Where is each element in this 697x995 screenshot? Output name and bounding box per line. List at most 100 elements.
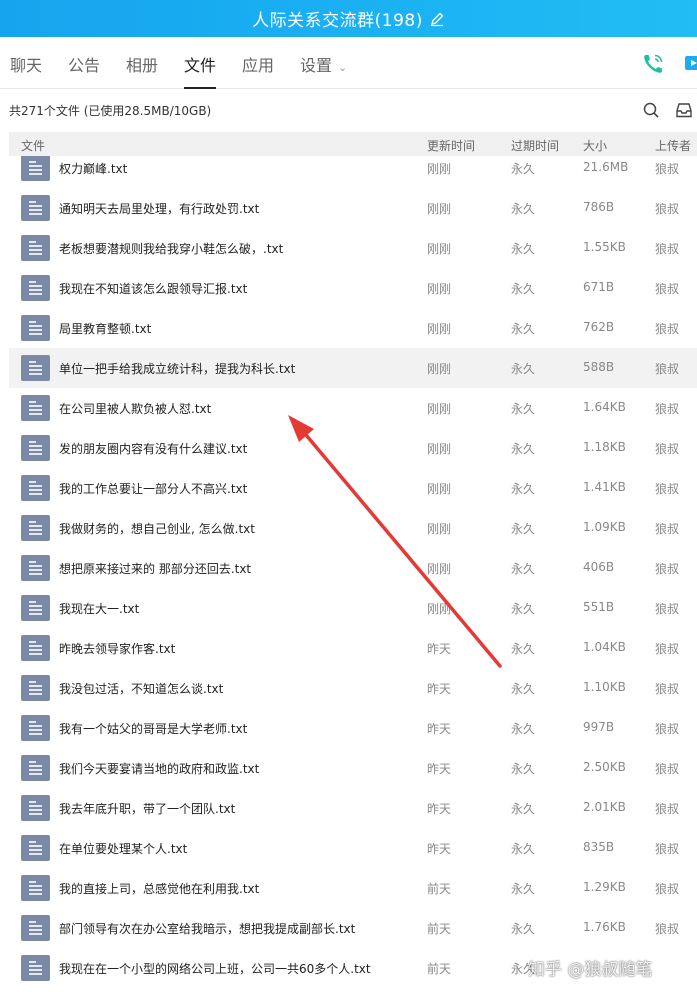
tab-announcement[interactable]: 公告 (68, 37, 100, 89)
file-row[interactable]: 我没包过活，不知道怎么谈.txt 昨天 永久 1.10KB 狼叔 (9, 668, 697, 708)
video-call-icon[interactable] (684, 52, 697, 74)
file-usage-summary: 共271个文件 (已使用28.5MB/10GB) (9, 104, 212, 118)
phone-icon[interactable] (641, 52, 665, 76)
file-row[interactable]: 我有一个姑父的哥哥是大学老师.txt 昨天 永久 997B 狼叔 (9, 708, 697, 748)
file-updated-time: 刚刚 (427, 602, 452, 616)
file-row[interactable]: 在公司里被人欺负被人怼.txt 刚刚 永久 1.64KB 狼叔 (9, 388, 697, 428)
file-name[interactable]: 我有一个姑父的哥哥是大学老师.txt (59, 720, 247, 737)
file-row[interactable]: 单位一把手给我成立统计科，提我为科长.txt 刚刚 永久 588B 狼叔 (9, 348, 697, 388)
file-uploader: 狼叔 (655, 642, 680, 656)
file-row[interactable]: 想把原来接过来的 那部分还回去.txt 刚刚 永久 406B 狼叔 (9, 548, 697, 588)
file-name[interactable]: 我的工作总要让一部分人不高兴.txt (59, 480, 247, 497)
file-updated-time: 刚刚 (427, 482, 452, 496)
file-size: 2.50KB (583, 760, 626, 774)
file-size: 835B (583, 840, 615, 854)
file-row[interactable]: 我的工作总要让一部分人不高兴.txt 刚刚 永久 1.41KB 狼叔 (9, 468, 697, 508)
file-expire-time: 永久 (511, 482, 536, 496)
txt-file-icon (21, 315, 50, 341)
tab-files[interactable]: 文件 (184, 37, 217, 89)
file-name[interactable]: 我们今天要宴请当地的政府和政监.txt (59, 760, 259, 777)
column-header-size[interactable]: 大小 (583, 137, 607, 154)
search-icon[interactable] (643, 102, 659, 118)
column-header-expire[interactable]: 过期时间 (511, 137, 559, 154)
file-uploader: 狼叔 (655, 762, 680, 776)
file-row[interactable]: 在单位要处理某个人.txt 昨天 永久 835B 狼叔 (9, 828, 697, 868)
file-uploader: 狼叔 (655, 242, 680, 256)
file-expire-time: 永久 (511, 442, 536, 456)
txt-file-icon (21, 635, 50, 661)
txt-file-icon (21, 835, 50, 861)
file-size: 21.6MB (583, 160, 629, 174)
file-uploader: 狼叔 (655, 402, 680, 416)
file-expire-time: 永久 (511, 562, 536, 576)
file-updated-time: 刚刚 (427, 442, 452, 456)
tab-chat[interactable]: 聊天 (10, 37, 42, 89)
file-row[interactable]: 部门领导有次在办公室给我暗示，想把我提成副部长.txt 前天 永久 1.76KB 狼叔 (9, 908, 697, 948)
file-row[interactable]: 昨晚去领导家作客.txt 昨天 永久 1.04KB 狼叔 (9, 628, 697, 668)
column-header-time[interactable]: 更新时间 (427, 137, 475, 154)
file-expire-time: 永久 (511, 602, 536, 616)
file-row[interactable]: 我现在不知道该怎么跟领导汇报.txt 刚刚 永久 671B 狼叔 (9, 268, 697, 308)
file-name[interactable]: 在公司里被人欺负被人怼.txt (59, 400, 211, 417)
file-uploader: 狼叔 (655, 282, 680, 296)
file-expire-time: 永久 (511, 722, 536, 736)
file-name[interactable]: 想把原来接过来的 那部分还回去.txt (59, 560, 251, 577)
pencil-edit-icon[interactable] (429, 11, 445, 27)
file-name[interactable]: 我去年底升职，带了一个团队.txt (59, 800, 235, 817)
file-updated-time: 刚刚 (427, 402, 452, 416)
file-expire-time: 永久 (511, 642, 536, 656)
file-size: 786B (583, 200, 615, 214)
file-row[interactable]: 发的朋友圈内容有没有什么建议.txt 刚刚 永久 1.18KB 狼叔 (9, 428, 697, 468)
file-name[interactable]: 我现在在一个小型的网络公司上班，公司一共60多个人.txt (59, 960, 371, 977)
file-expire-time: 永久 (511, 162, 536, 176)
file-name[interactable]: 我的直接上司，总感觉他在利用我.txt (59, 880, 259, 897)
group-tab-bar: 聊天 公告 相册 文件 应用 设置 ⌄ (0, 37, 697, 89)
file-updated-time: 刚刚 (427, 242, 452, 256)
file-updated-time: 刚刚 (427, 202, 452, 216)
file-size: 2.01KB (583, 800, 626, 814)
txt-file-icon (21, 595, 50, 621)
txt-file-icon (21, 915, 50, 941)
column-header-name[interactable]: 文件 (21, 137, 45, 154)
file-row[interactable]: 我做财务的，想自己创业, 怎么做.txt 刚刚 永久 1.09KB 狼叔 (9, 508, 697, 548)
file-row[interactable]: 我们今天要宴请当地的政府和政监.txt 昨天 永久 2.50KB 狼叔 (9, 748, 697, 788)
file-row[interactable]: 我的直接上司，总感觉他在利用我.txt 前天 永久 1.29KB 狼叔 (9, 868, 697, 908)
inbox-icon[interactable] (675, 101, 693, 119)
file-name[interactable]: 我做财务的，想自己创业, 怎么做.txt (59, 520, 255, 537)
file-size: 1.76KB (583, 920, 626, 934)
file-name[interactable]: 发的朋友圈内容有没有什么建议.txt (59, 440, 247, 457)
tab-apps[interactable]: 应用 (242, 37, 274, 89)
file-name[interactable]: 部门领导有次在办公室给我暗示，想把我提成副部长.txt (59, 920, 355, 937)
file-name[interactable]: 老板想要潜规则我给我穿小鞋怎么破，.txt (59, 240, 283, 257)
file-updated-time: 刚刚 (427, 522, 452, 536)
txt-file-icon (21, 475, 50, 501)
file-name[interactable]: 昨晚去领导家作客.txt (59, 640, 175, 657)
file-name[interactable]: 我现在不知道该怎么跟领导汇报.txt (59, 280, 247, 297)
file-row[interactable]: 局里教育整顿.txt 刚刚 永久 762B 狼叔 (9, 308, 697, 348)
file-size: 1.29KB (583, 880, 626, 894)
file-row[interactable]: 老板想要潜规则我给我穿小鞋怎么破，.txt 刚刚 永久 1.55KB 狼叔 (9, 228, 697, 268)
txt-file-icon (21, 955, 50, 981)
file-row[interactable]: 通知明天去局里处理，有行政处罚.txt 刚刚 永久 786B 狼叔 (9, 188, 697, 228)
file-updated-time: 昨天 (427, 722, 452, 736)
file-uploader: 狼叔 (655, 602, 680, 616)
file-name[interactable]: 我现在大一.txt (59, 600, 139, 617)
tab-album[interactable]: 相册 (126, 37, 158, 89)
file-size: 1.41KB (583, 480, 626, 494)
file-expire-time: 永久 (511, 842, 536, 856)
file-name[interactable]: 在单位要处理某个人.txt (59, 840, 187, 857)
tab-settings[interactable]: 设置 ⌄ (300, 37, 347, 89)
file-name[interactable]: 通知明天去局里处理，有行政处罚.txt (59, 200, 259, 217)
file-name[interactable]: 单位一把手给我成立统计科，提我为科长.txt (59, 360, 295, 377)
file-name[interactable]: 局里教育整顿.txt (59, 320, 151, 337)
file-uploader: 狼叔 (655, 162, 680, 176)
file-row[interactable]: 我去年底升职，带了一个团队.txt 昨天 永久 2.01KB 狼叔 (9, 788, 697, 828)
file-row[interactable]: 我现在大一.txt 刚刚 永久 551B 狼叔 (9, 588, 697, 628)
file-updated-time: 昨天 (427, 842, 452, 856)
file-name[interactable]: 我没包过活，不知道怎么谈.txt (59, 680, 223, 697)
txt-file-icon (21, 235, 50, 261)
file-size: 1.09KB (583, 520, 626, 534)
file-name[interactable]: 权力巅峰.txt (59, 160, 127, 177)
txt-file-icon (21, 195, 50, 221)
column-header-uploader[interactable]: 上传者 (655, 137, 691, 154)
